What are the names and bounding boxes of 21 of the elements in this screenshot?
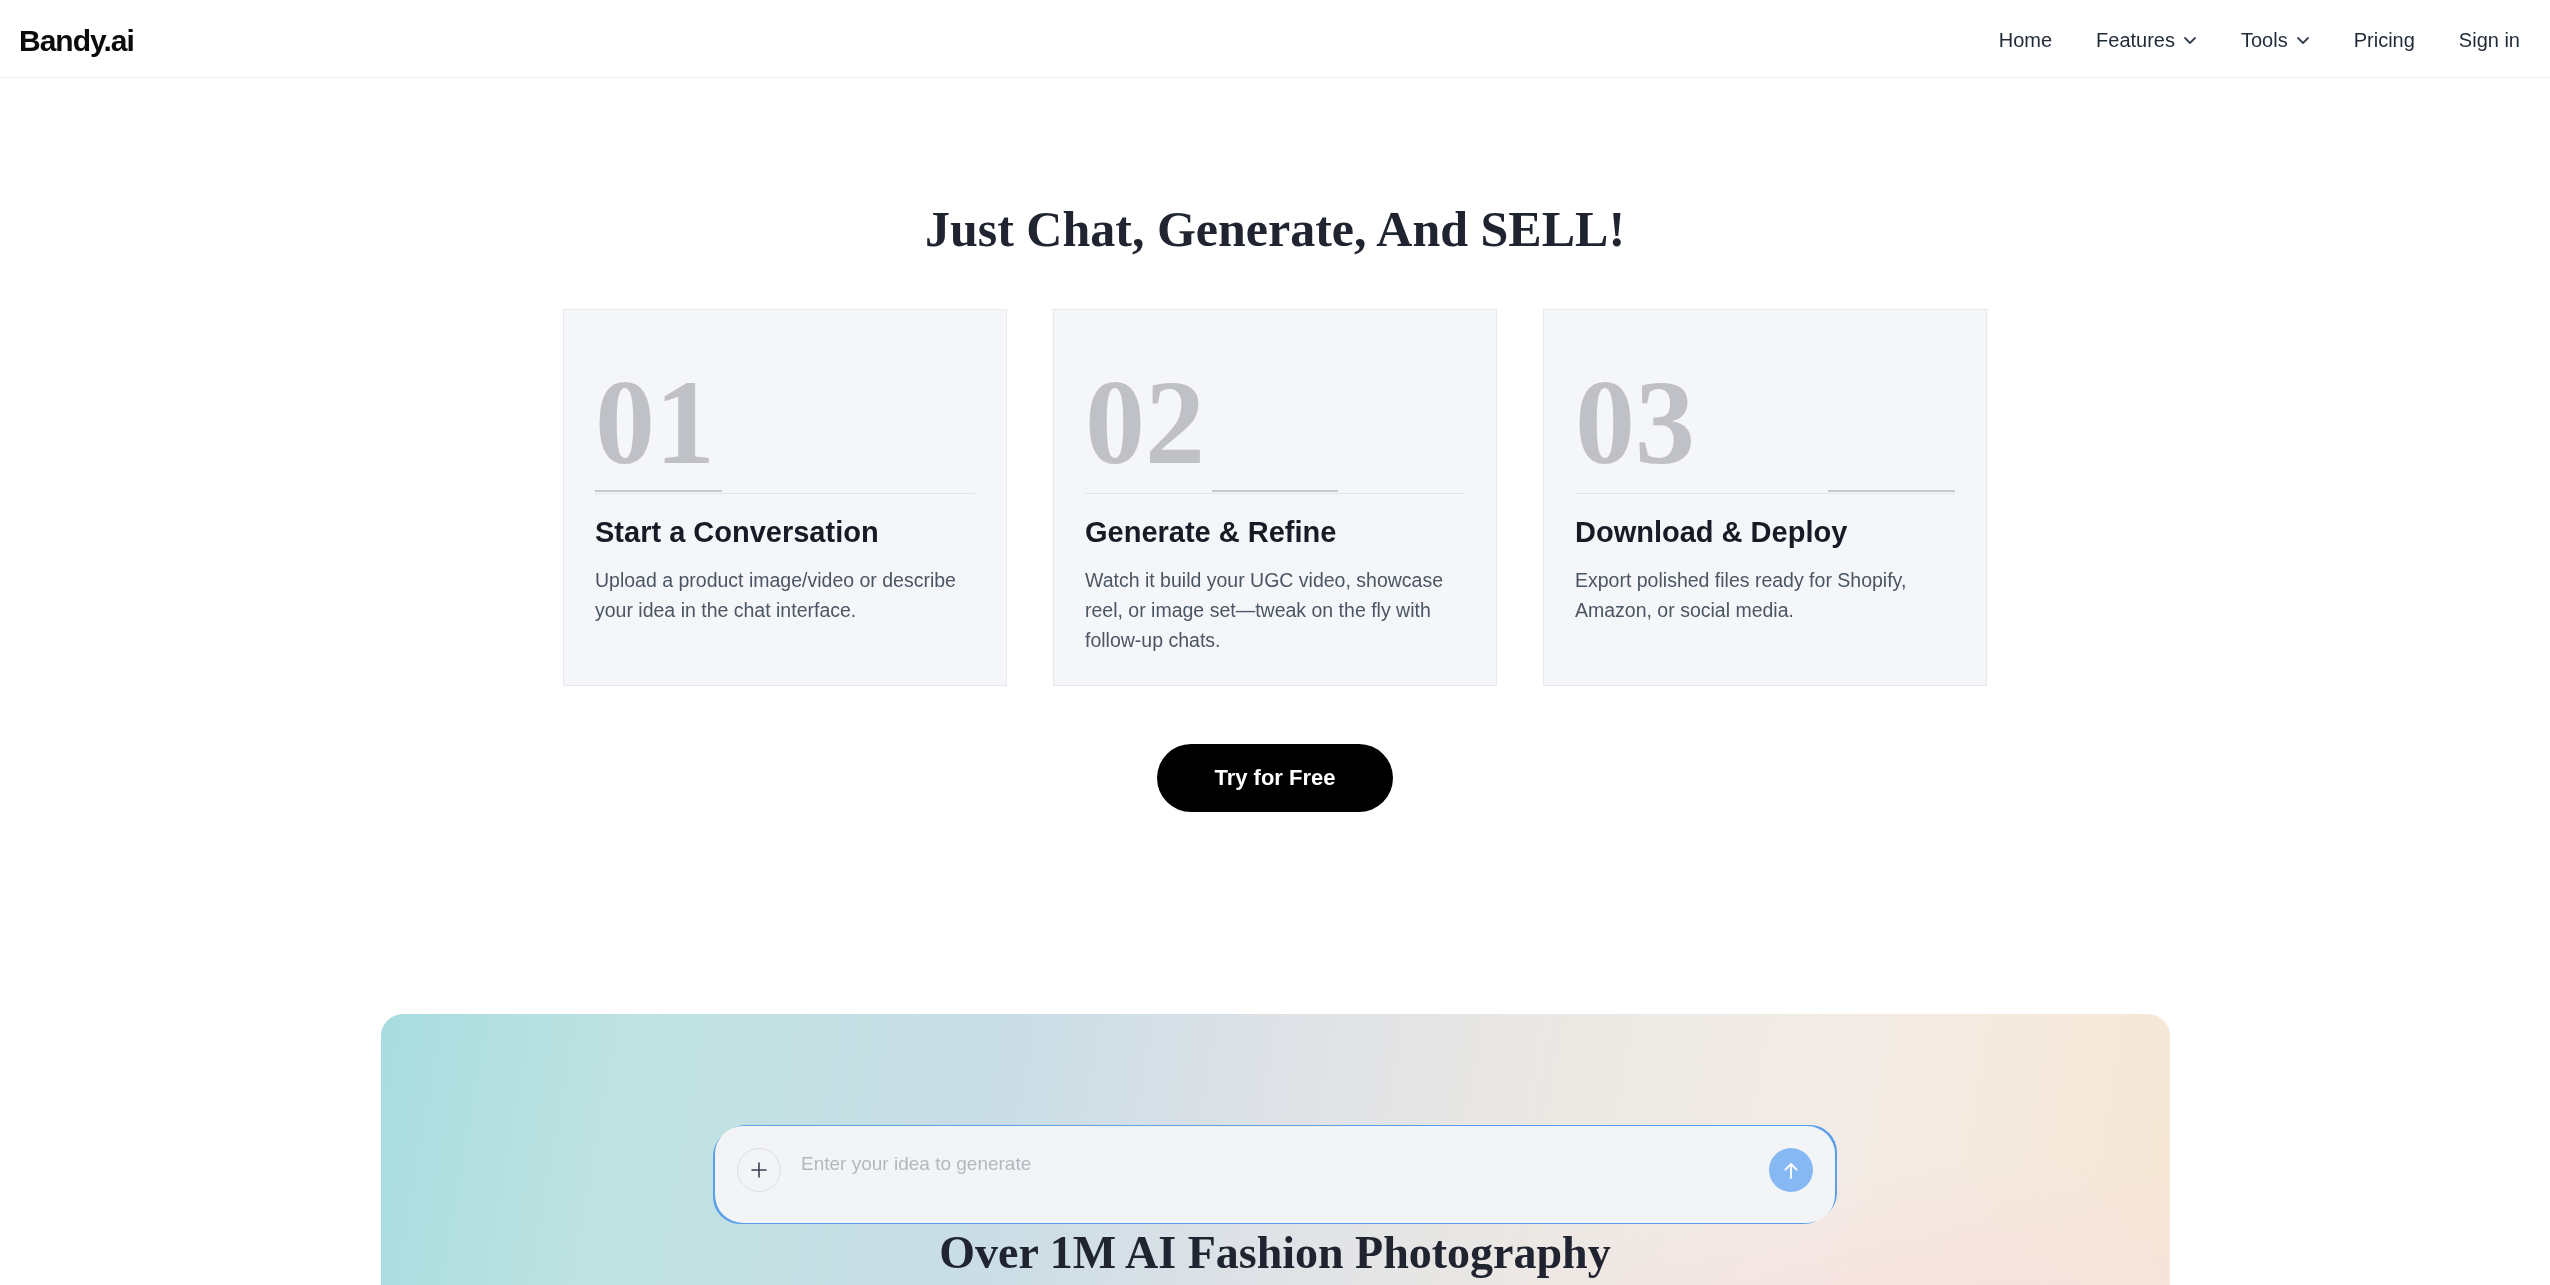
logo[interactable]: Bandy.ai <box>19 23 134 58</box>
plus-icon <box>751 1162 767 1178</box>
section-title: Just Chat, Generate, And SELL! <box>924 200 1626 259</box>
prompt-input[interactable]: Enter your idea to generate <box>801 1148 1749 1195</box>
arrow-up-icon <box>1784 1161 1798 1179</box>
step-description: Export polished files ready for Shopify, Amazon, or social media. <box>1575 568 1908 623</box>
showcase-title: Over 1M AI Fashion Photography <box>939 1226 1611 1280</box>
nav-dropdown[interactable]: Tools <box>2241 29 2310 52</box>
step-title: Generate & Refine <box>1085 515 1337 550</box>
step-description: Watch it build your UGC video, showcase reel, or image set—tweak on the fly with follow-up chats. <box>1085 568 1444 653</box>
prompt-box[interactable]: Enter your idea to generate <box>715 1126 1835 1223</box>
nav-dropdown[interactable]: Features <box>2096 29 2197 52</box>
chevron-down-icon <box>2295 36 2310 45</box>
nav-link[interactable]: Pricing <box>2353 29 2415 52</box>
step-title: Download & Deploy <box>1575 515 1848 550</box>
step-description: Upload a product image/video or describe your idea in the chat interface. <box>595 568 957 623</box>
step-title: Start a Conversation <box>595 515 879 550</box>
chevron-down-icon <box>2183 36 2197 45</box>
nav-link[interactable]: Home <box>1998 29 2053 52</box>
nav-link[interactable]: Sign in <box>2458 29 2520 52</box>
try-for-free-button[interactable]: Try for Free <box>1157 744 1393 812</box>
